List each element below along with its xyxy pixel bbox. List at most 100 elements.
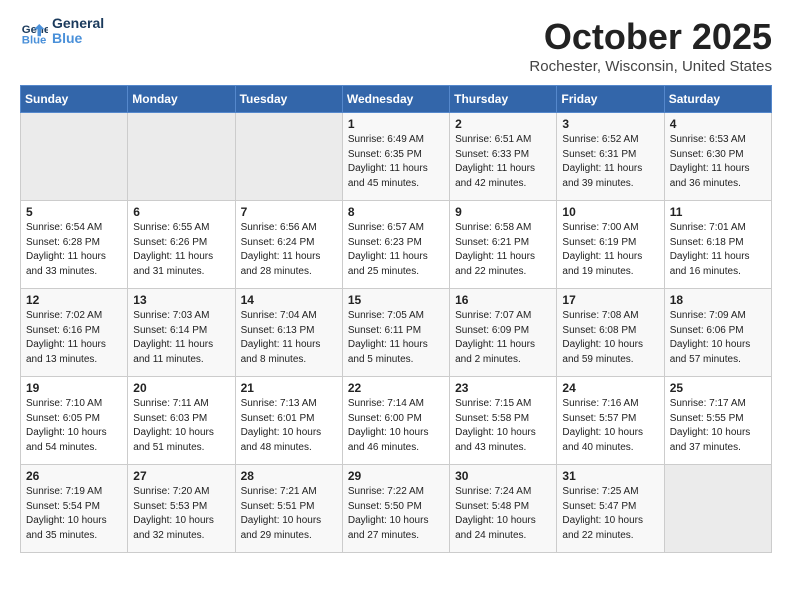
day-number: 14 xyxy=(241,293,337,307)
day-info: Sunrise: 7:22 AM Sunset: 5:50 PM Dayligh… xyxy=(348,485,444,543)
weekday-header-cell: Sunday xyxy=(21,86,128,113)
calendar-cell: 25 Sunrise: 7:17 AM Sunset: 5:55 PM Dayli… xyxy=(664,377,771,465)
calendar-cell: 7 Sunrise: 6:56 AM Sunset: 6:24 PM Daylig… xyxy=(235,201,342,289)
calendar-cell: 13 Sunrise: 7:03 AM Sunset: 6:14 PM Dayli… xyxy=(128,289,235,377)
day-number: 24 xyxy=(562,381,658,395)
day-info: Sunrise: 7:16 AM Sunset: 5:57 PM Dayligh… xyxy=(562,397,658,455)
day-info: Sunrise: 7:07 AM Sunset: 6:09 PM Dayligh… xyxy=(455,309,551,367)
calendar-cell: 19Sunrise: 7:10 AM Sunset: 6:05 PM Dayli… xyxy=(21,377,128,465)
day-number: 22 xyxy=(348,381,444,395)
calendar-week-row: 1Sunrise: 6:49 AM Sunset: 6:35 PM Daylig… xyxy=(21,113,772,201)
svg-text:Blue: Blue xyxy=(22,35,47,46)
page-header: General Blue General Blue October 2025 R… xyxy=(20,16,772,75)
calendar-cell: 31 Sunrise: 7:25 AM Sunset: 5:47 PM Dayli… xyxy=(557,465,664,553)
day-info: Sunrise: 7:11 AM Sunset: 6:03 PM Dayligh… xyxy=(133,397,229,455)
day-info: Sunrise: 7:15 AM Sunset: 5:58 PM Dayligh… xyxy=(455,397,551,455)
day-number: 5 xyxy=(26,205,122,219)
weekday-header-row: SundayMondayTuesdayWednesdayThursdayFrid… xyxy=(21,86,772,113)
day-number: 23 xyxy=(455,381,551,395)
calendar-cell: 1Sunrise: 6:49 AM Sunset: 6:35 PM Daylig… xyxy=(342,113,449,201)
day-info: Sunrise: 7:20 AM Sunset: 5:53 PM Dayligh… xyxy=(133,485,229,543)
logo: General Blue General Blue xyxy=(20,16,104,47)
calendar-week-row: 19Sunrise: 7:10 AM Sunset: 6:05 PM Dayli… xyxy=(21,377,772,465)
day-info: Sunrise: 7:09 AM Sunset: 6:06 PM Dayligh… xyxy=(670,309,766,367)
logo-line1: General xyxy=(52,16,104,31)
calendar-cell: 12Sunrise: 7:02 AM Sunset: 6:16 PM Dayli… xyxy=(21,289,128,377)
day-number: 8 xyxy=(348,205,444,219)
day-info: Sunrise: 6:58 AM Sunset: 6:21 PM Dayligh… xyxy=(455,221,551,279)
day-number: 25 xyxy=(670,381,766,395)
day-number: 15 xyxy=(348,293,444,307)
day-number: 1 xyxy=(348,117,444,131)
day-info: Sunrise: 7:03 AM Sunset: 6:14 PM Dayligh… xyxy=(133,309,229,367)
day-info: Sunrise: 7:13 AM Sunset: 6:01 PM Dayligh… xyxy=(241,397,337,455)
day-info: Sunrise: 7:05 AM Sunset: 6:11 PM Dayligh… xyxy=(348,309,444,367)
calendar-cell: 21 Sunrise: 7:13 AM Sunset: 6:01 PM Dayli… xyxy=(235,377,342,465)
day-number: 28 xyxy=(241,469,337,483)
day-info: Sunrise: 6:55 AM Sunset: 6:26 PM Dayligh… xyxy=(133,221,229,279)
calendar-cell: 26 Sunrise: 7:19 AM Sunset: 5:54 PM Dayli… xyxy=(21,465,128,553)
day-number: 31 xyxy=(562,469,658,483)
logo-icon: General Blue xyxy=(20,17,48,45)
day-info: Sunrise: 7:01 AM Sunset: 6:18 PM Dayligh… xyxy=(670,221,766,279)
calendar-cell xyxy=(235,113,342,201)
calendar-cell: 24 Sunrise: 7:16 AM Sunset: 5:57 PM Dayli… xyxy=(557,377,664,465)
calendar-cell: 16Sunrise: 7:07 AM Sunset: 6:09 PM Dayli… xyxy=(450,289,557,377)
weekday-header-cell: Thursday xyxy=(450,86,557,113)
day-info: Sunrise: 7:14 AM Sunset: 6:00 PM Dayligh… xyxy=(348,397,444,455)
day-number: 19 xyxy=(26,381,122,395)
calendar-cell: 2Sunrise: 6:51 AM Sunset: 6:33 PM Daylig… xyxy=(450,113,557,201)
day-number: 6 xyxy=(133,205,229,219)
day-info: Sunrise: 6:53 AM Sunset: 6:30 PM Dayligh… xyxy=(670,133,766,191)
calendar-cell: 5 Sunrise: 6:54 AM Sunset: 6:28 PM Daylig… xyxy=(21,201,128,289)
day-info: Sunrise: 7:00 AM Sunset: 6:19 PM Dayligh… xyxy=(562,221,658,279)
calendar-cell: 27Sunrise: 7:20 AM Sunset: 5:53 PM Dayli… xyxy=(128,465,235,553)
logo-line2: Blue xyxy=(52,31,104,46)
calendar-cell: 29 Sunrise: 7:22 AM Sunset: 5:50 PM Dayli… xyxy=(342,465,449,553)
location: Rochester, Wisconsin, United States xyxy=(529,58,772,75)
calendar-cell: 14Sunrise: 7:04 AM Sunset: 6:13 PM Dayli… xyxy=(235,289,342,377)
calendar-cell: 9Sunrise: 6:58 AM Sunset: 6:21 PM Daylig… xyxy=(450,201,557,289)
day-info: Sunrise: 7:21 AM Sunset: 5:51 PM Dayligh… xyxy=(241,485,337,543)
weekday-header-cell: Monday xyxy=(128,86,235,113)
calendar-cell xyxy=(21,113,128,201)
calendar-cell: 10Sunrise: 7:00 AM Sunset: 6:19 PM Dayli… xyxy=(557,201,664,289)
calendar-cell: 8 Sunrise: 6:57 AM Sunset: 6:23 PM Daylig… xyxy=(342,201,449,289)
weekday-header-cell: Friday xyxy=(557,86,664,113)
day-number: 13 xyxy=(133,293,229,307)
calendar-body: 1Sunrise: 6:49 AM Sunset: 6:35 PM Daylig… xyxy=(21,113,772,553)
month-title: October 2025 xyxy=(529,16,772,58)
day-info: Sunrise: 6:57 AM Sunset: 6:23 PM Dayligh… xyxy=(348,221,444,279)
calendar-cell: 4Sunrise: 6:53 AM Sunset: 6:30 PM Daylig… xyxy=(664,113,771,201)
day-number: 21 xyxy=(241,381,337,395)
calendar-cell: 23 Sunrise: 7:15 AM Sunset: 5:58 PM Dayli… xyxy=(450,377,557,465)
day-info: Sunrise: 7:25 AM Sunset: 5:47 PM Dayligh… xyxy=(562,485,658,543)
calendar-cell: 6 Sunrise: 6:55 AM Sunset: 6:26 PM Daylig… xyxy=(128,201,235,289)
day-number: 30 xyxy=(455,469,551,483)
day-info: Sunrise: 7:02 AM Sunset: 6:16 PM Dayligh… xyxy=(26,309,122,367)
day-number: 29 xyxy=(348,469,444,483)
day-number: 18 xyxy=(670,293,766,307)
calendar-cell: 28 Sunrise: 7:21 AM Sunset: 5:51 PM Dayli… xyxy=(235,465,342,553)
day-info: Sunrise: 7:17 AM Sunset: 5:55 PM Dayligh… xyxy=(670,397,766,455)
weekday-header-cell: Tuesday xyxy=(235,86,342,113)
calendar-cell xyxy=(128,113,235,201)
day-number: 7 xyxy=(241,205,337,219)
calendar-cell: 20Sunrise: 7:11 AM Sunset: 6:03 PM Dayli… xyxy=(128,377,235,465)
calendar-cell: 15 Sunrise: 7:05 AM Sunset: 6:11 PM Dayli… xyxy=(342,289,449,377)
day-number: 3 xyxy=(562,117,658,131)
calendar-week-row: 26 Sunrise: 7:19 AM Sunset: 5:54 PM Dayli… xyxy=(21,465,772,553)
day-number: 2 xyxy=(455,117,551,131)
day-info: Sunrise: 7:08 AM Sunset: 6:08 PM Dayligh… xyxy=(562,309,658,367)
day-info: Sunrise: 6:54 AM Sunset: 6:28 PM Dayligh… xyxy=(26,221,122,279)
calendar-cell xyxy=(664,465,771,553)
day-info: Sunrise: 6:52 AM Sunset: 6:31 PM Dayligh… xyxy=(562,133,658,191)
weekday-header-cell: Saturday xyxy=(664,86,771,113)
day-number: 11 xyxy=(670,205,766,219)
calendar-cell: 22 Sunrise: 7:14 AM Sunset: 6:00 PM Dayli… xyxy=(342,377,449,465)
day-info: Sunrise: 6:56 AM Sunset: 6:24 PM Dayligh… xyxy=(241,221,337,279)
day-number: 26 xyxy=(26,469,122,483)
calendar-table: SundayMondayTuesdayWednesdayThursdayFrid… xyxy=(20,85,772,553)
day-info: Sunrise: 7:19 AM Sunset: 5:54 PM Dayligh… xyxy=(26,485,122,543)
calendar-cell: 17Sunrise: 7:08 AM Sunset: 6:08 PM Dayli… xyxy=(557,289,664,377)
